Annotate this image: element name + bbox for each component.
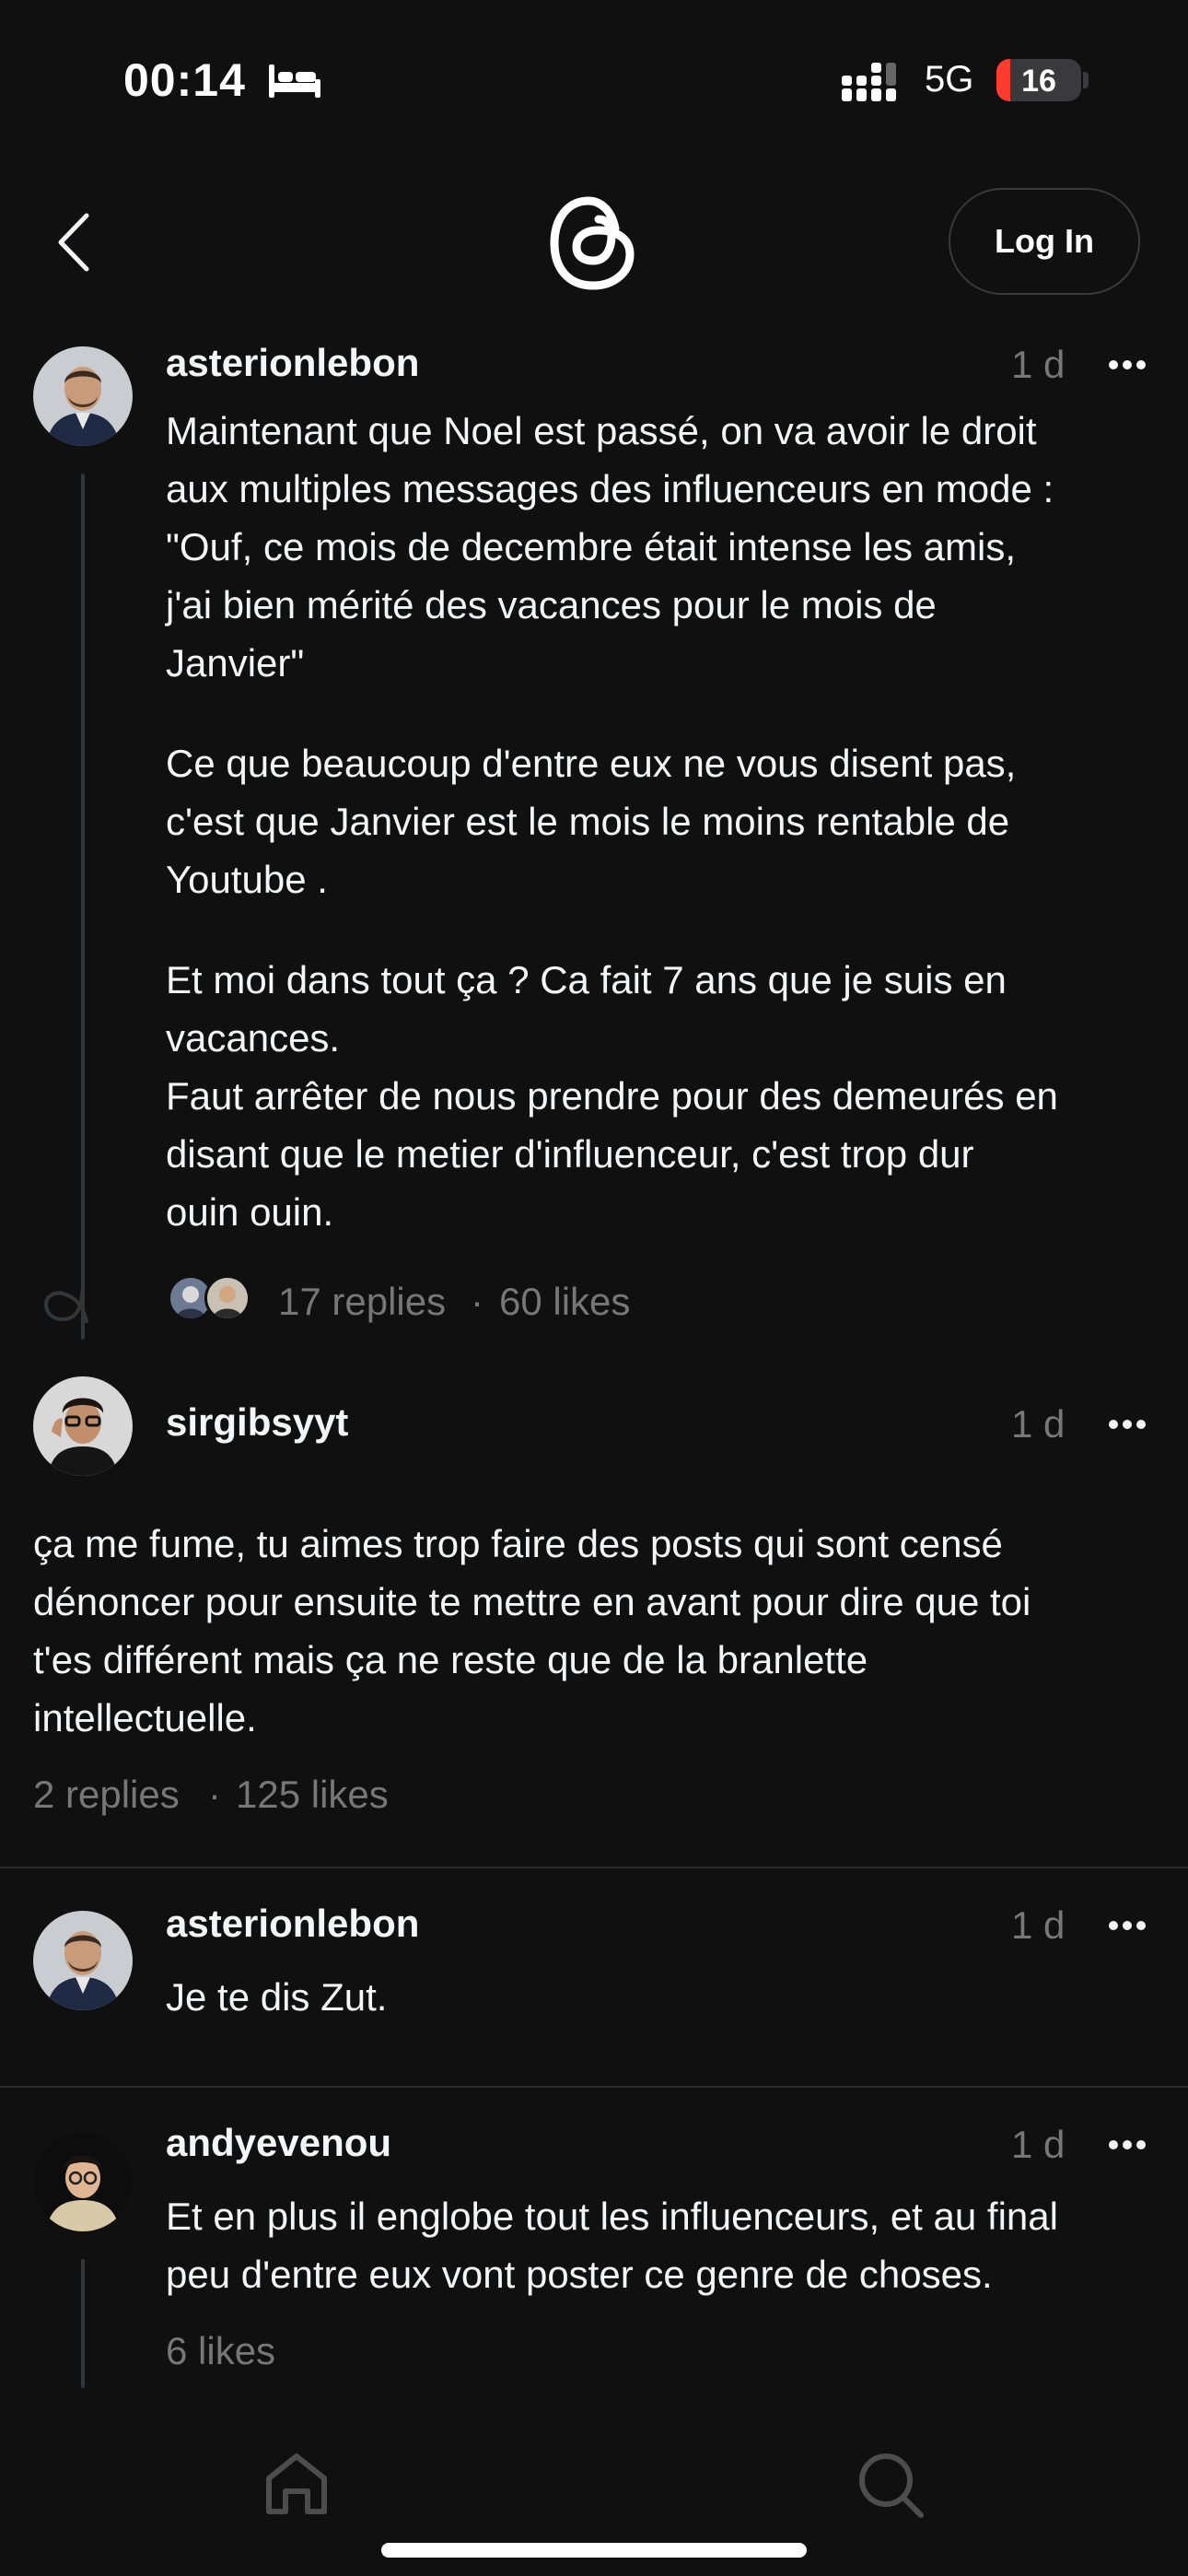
more-icon[interactable] [1107, 358, 1147, 371]
battery-icon: 16 [996, 59, 1081, 101]
avatar[interactable] [33, 1911, 133, 2010]
divider [0, 2086, 1188, 2088]
bed-icon [269, 64, 320, 98]
threads-logo-icon[interactable] [547, 193, 639, 293]
replies-count[interactable]: 2 replies [33, 1773, 180, 1817]
post-time: 1 d [1011, 1903, 1066, 1947]
post-text-paragraph: Maintenant que Noel est passé, on va avo… [166, 409, 1054, 685]
post-text: Je te dis Zut. [166, 1975, 388, 2019]
thread-line [81, 2259, 85, 2388]
avatar[interactable] [33, 1376, 133, 1476]
post-text: ça me fume, tu aimes trop faire des post… [33, 1522, 1031, 1739]
meta-separator: · [208, 1773, 221, 1816]
thread-line [81, 474, 85, 1340]
home-icon[interactable] [260, 2447, 333, 2521]
post-username[interactable]: sirgibsyyt [166, 1400, 348, 1445]
login-button[interactable]: Log In [949, 188, 1140, 295]
reply-avatar [204, 1275, 250, 1321]
avatar[interactable] [33, 346, 133, 446]
thread-loop-icon [43, 1281, 88, 1323]
status-time: 00:14 [123, 54, 246, 106]
replies-count[interactable]: 17 replies [278, 1280, 446, 1324]
avatar[interactable] [33, 2132, 133, 2231]
post-username[interactable]: asterionlebon [166, 341, 419, 385]
post-text: Et en plus il englobe tout les influence… [166, 2195, 1058, 2296]
post-time: 1 d [1011, 343, 1066, 386]
post-text-paragraph: Ce que beaucoup d'entre eux ne vous dise… [166, 742, 1017, 901]
divider [0, 1867, 1188, 1868]
post-time: 1 d [1011, 2123, 1066, 2166]
battery-percentage: 16 [1021, 64, 1056, 99]
post-time: 1 d [1011, 1402, 1066, 1446]
meta-separator: · [471, 1280, 483, 1323]
post-text-paragraph: Et moi dans tout ça ? Ca fait 7 ans que … [166, 958, 1058, 1234]
likes-count[interactable]: 60 likes [499, 1280, 630, 1324]
battery-cap [1083, 72, 1089, 88]
post-username[interactable]: asterionlebon [166, 1902, 419, 1946]
network-label: 5G [925, 59, 974, 100]
home-indicator[interactable] [381, 2543, 807, 2558]
likes-count[interactable]: 6 likes [166, 2329, 275, 2373]
chevron-left-icon[interactable] [52, 210, 98, 275]
likes-count[interactable]: 125 likes [236, 1773, 389, 1817]
post-username[interactable]: andyevenou [166, 2121, 391, 2165]
more-icon[interactable] [1107, 2138, 1147, 2151]
more-icon[interactable] [1107, 1418, 1147, 1431]
signal-icon [842, 63, 896, 101]
more-icon[interactable] [1107, 1919, 1147, 1932]
search-icon[interactable] [853, 2447, 926, 2521]
